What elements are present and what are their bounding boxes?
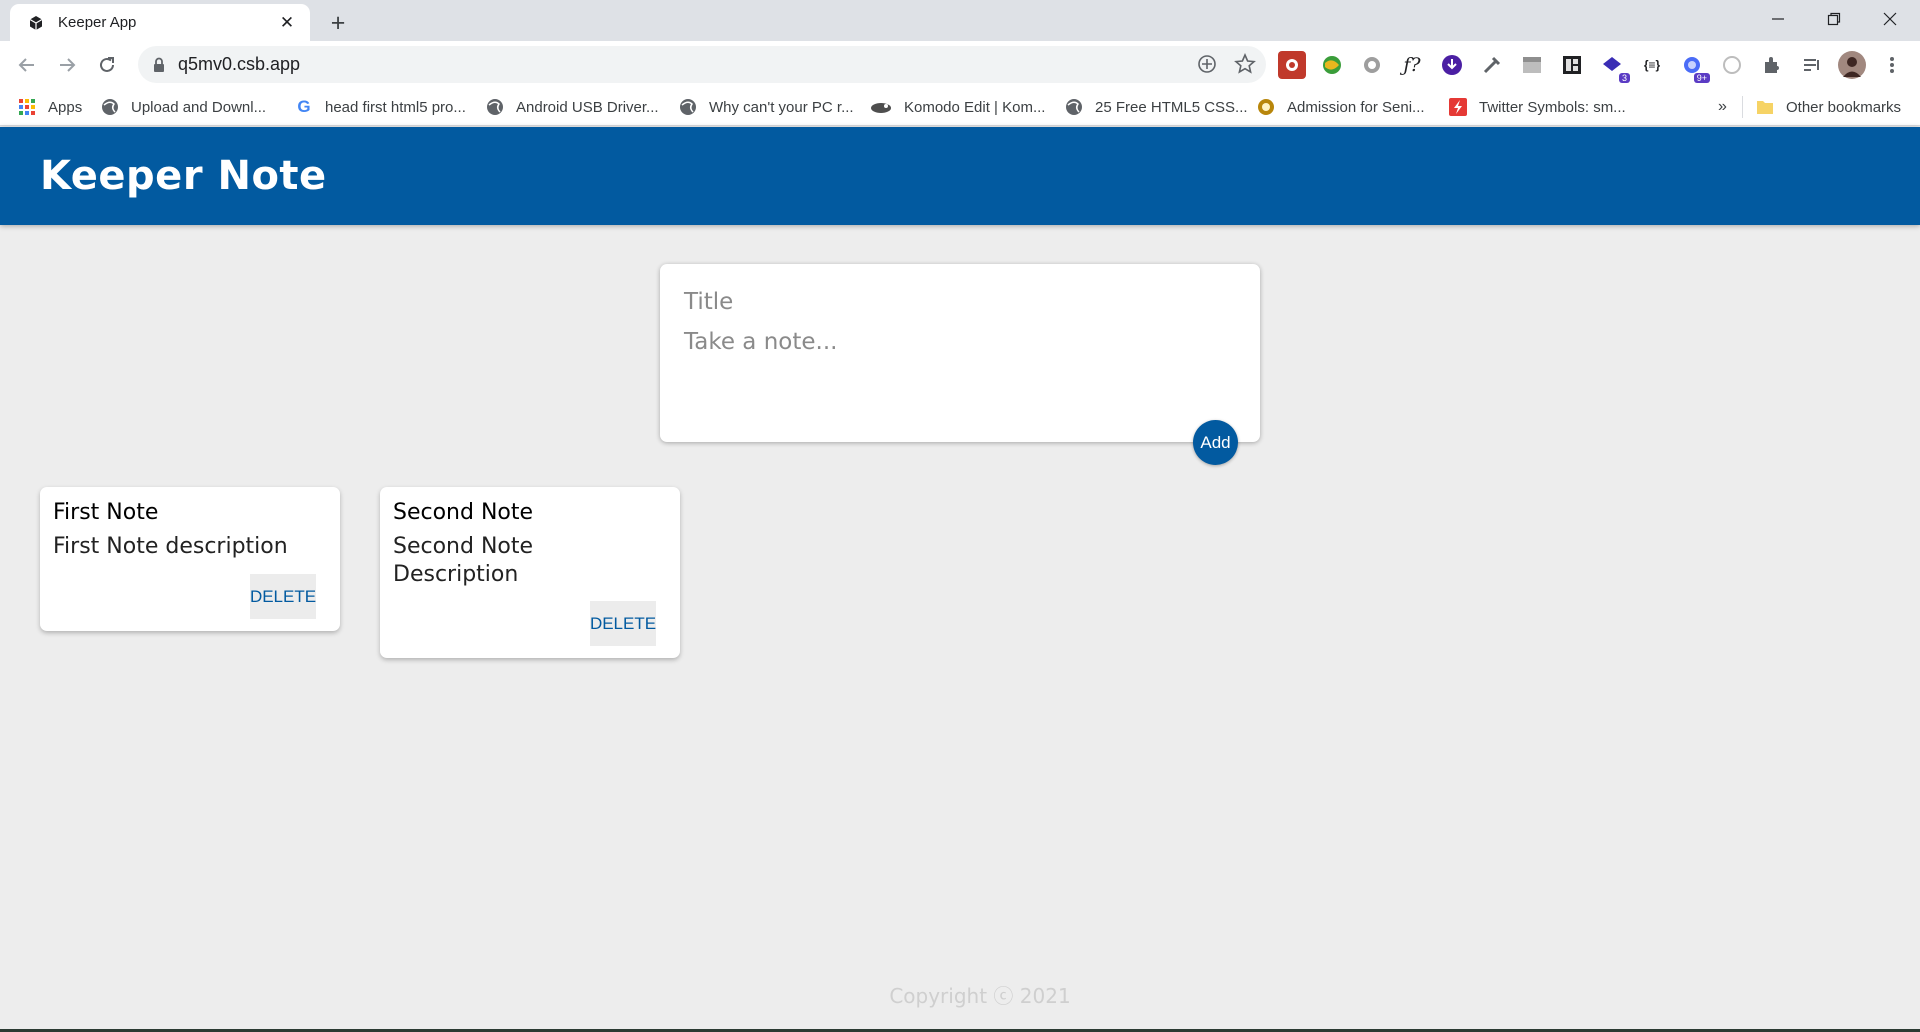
back-icon[interactable]	[12, 50, 42, 80]
google-icon: G	[297, 97, 311, 116]
extension-gear-icon[interactable]	[1358, 51, 1386, 79]
copyright-footer: Copyright ⓒ 2021	[889, 984, 1071, 1008]
extension-grid-icon[interactable]	[1558, 51, 1586, 79]
other-bookmarks[interactable]: Other bookmarks	[1756, 95, 1901, 119]
browser-tabstrip: Keeper App ✕ +	[0, 0, 1920, 41]
title-input[interactable]: Title	[684, 284, 1236, 324]
extension-circle-icon[interactable]	[1718, 51, 1746, 79]
note-content: First Note description	[53, 534, 288, 559]
address-bar[interactable]: q5mv0.csb.app	[138, 46, 1266, 83]
extensions-puzzle-icon[interactable]	[1758, 51, 1786, 79]
note-card: Second Note Second Note Description DELE…	[380, 487, 680, 658]
extension-download-icon[interactable]	[1438, 51, 1466, 79]
browser-tab[interactable]: Keeper App ✕	[10, 4, 310, 41]
delete-note-button[interactable]: DELETE	[250, 574, 316, 619]
lock-icon[interactable]	[152, 57, 166, 73]
note-card: First Note First Note description DELETE	[40, 487, 340, 631]
globe-icon	[486, 98, 504, 116]
forward-icon[interactable]	[52, 50, 82, 80]
extension-json-icon[interactable]: {≡}	[1638, 51, 1666, 79]
profile-avatar-icon[interactable]	[1838, 51, 1866, 79]
bookmark-komodo-edit[interactable]: Komodo Edit | Kom...	[870, 95, 1045, 119]
extension-ninja-icon[interactable]: 9+	[1678, 51, 1710, 83]
bookmark-25-free-html5[interactable]: 25 Free HTML5 CSS...	[1065, 95, 1248, 119]
extensions-row: ƒ? 3 {≡} 9+	[1278, 51, 1918, 83]
extension-eyedropper-icon[interactable]	[1478, 51, 1506, 79]
browser-menu-icon[interactable]	[1878, 51, 1906, 79]
bookmark-android-usb[interactable]: Android USB Driver...	[486, 95, 659, 119]
note-content: Second Note Description	[393, 534, 534, 587]
bookmark-twitter-symbols[interactable]: Twitter Symbols: sm...	[1449, 95, 1626, 119]
globe-icon	[101, 98, 119, 116]
bookmark-why-cant-your-pc[interactable]: Why can't your PC r...	[679, 95, 854, 119]
new-tab-button[interactable]: +	[325, 9, 351, 37]
extension-calendar-icon[interactable]: 3	[1598, 51, 1630, 83]
minimize-icon[interactable]	[1750, 0, 1806, 38]
url-text[interactable]: q5mv0.csb.app	[178, 54, 300, 75]
admission-icon	[1257, 98, 1275, 116]
globe-icon	[679, 98, 697, 116]
close-window-icon[interactable]	[1862, 0, 1918, 38]
bookmark-head-first-html5[interactable]: G head first html5 pro...	[295, 95, 466, 119]
app-title: Keeper Note	[40, 153, 327, 199]
bookmark-apps[interactable]: Apps	[18, 95, 82, 119]
media-queue-icon[interactable]	[1798, 51, 1826, 79]
extension-red-icon[interactable]	[1278, 51, 1306, 79]
globe-icon	[1065, 98, 1083, 116]
browser-toolbar: q5mv0.csb.app ƒ? 3 {≡} 9+	[0, 41, 1920, 88]
extension-globe-icon[interactable]	[1318, 51, 1346, 79]
note-title: First Note	[53, 500, 159, 525]
bookmark-star-icon[interactable]	[1234, 52, 1256, 80]
twitter-symbols-icon	[1449, 98, 1467, 116]
reload-icon[interactable]	[92, 50, 122, 80]
add-note-button[interactable]: Add	[1193, 420, 1238, 465]
bookmarks-divider	[1742, 96, 1743, 118]
install-app-icon[interactable]	[1196, 53, 1218, 80]
note-content-textarea[interactable]: Take a note...	[684, 324, 1236, 364]
folder-icon	[1756, 98, 1774, 116]
tab-close-icon[interactable]: ✕	[276, 12, 298, 34]
note-title: Second Note	[393, 500, 534, 525]
restore-icon[interactable]	[1806, 0, 1862, 38]
apps-grid-icon	[18, 98, 36, 116]
codesandbox-icon	[26, 13, 46, 33]
bookmarks-bar: Apps Upload and Downl... G head first ht…	[0, 88, 1920, 126]
extension-font-icon[interactable]: ƒ?	[1398, 51, 1426, 79]
extension-es-icon[interactable]	[1518, 51, 1546, 79]
bookmark-admission[interactable]: Admission for Seni...	[1257, 95, 1425, 119]
delete-note-button[interactable]: DELETE	[590, 601, 656, 646]
bookmark-upload-download[interactable]: Upload and Downl...	[101, 95, 266, 119]
tab-title: Keeper App	[58, 14, 137, 31]
more-bookmarks-chevron-icon[interactable]: »	[1718, 95, 1727, 119]
komodo-icon	[870, 98, 892, 116]
app-header: Keeper Note	[0, 127, 1920, 225]
note-composer: Title Take a note...	[660, 264, 1260, 442]
